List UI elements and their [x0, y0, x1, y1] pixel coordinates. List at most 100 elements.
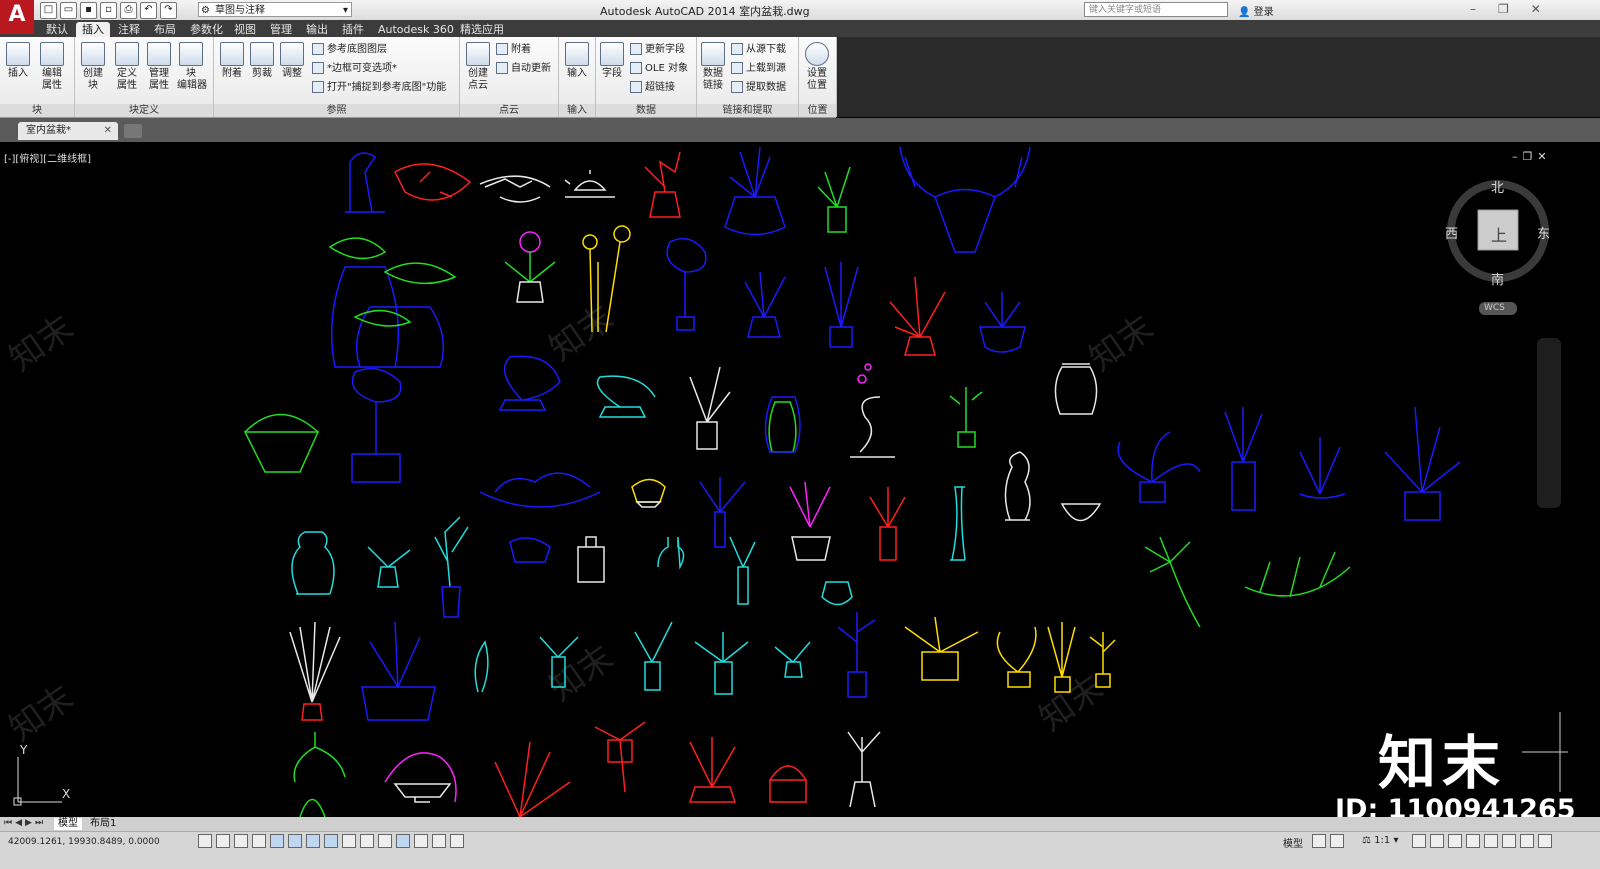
- dynamic-input-toggle[interactable]: [360, 834, 374, 848]
- tab-layout[interactable]: 布局: [148, 22, 182, 37]
- annotation-monitor-toggle[interactable]: [450, 834, 464, 848]
- create-point-cloud-button[interactable]: 创建 点云: [464, 42, 492, 92]
- new-icon[interactable]: □: [40, 2, 57, 19]
- edit-attribute-button[interactable]: 编辑 属性: [38, 42, 66, 92]
- update-fields-button[interactable]: 更新字段: [630, 43, 685, 57]
- tab-autodesk360[interactable]: Autodesk 360: [372, 22, 460, 37]
- adjust-button[interactable]: 调整: [278, 42, 306, 80]
- viewport-controls-label[interactable]: [-][俯视][二维线框]: [4, 150, 91, 165]
- quick-view-layouts-icon[interactable]: [1312, 834, 1326, 848]
- object-snap-tracking-toggle[interactable]: [324, 834, 338, 848]
- search-input[interactable]: 键入关键字或短语: [1084, 2, 1228, 17]
- quick-properties-toggle[interactable]: [414, 834, 428, 848]
- lineweight-toggle[interactable]: [378, 834, 392, 848]
- login-button[interactable]: 👤 登录: [1238, 3, 1274, 18]
- tab-featured-apps[interactable]: 精选应用: [454, 22, 510, 37]
- tab-manage[interactable]: 管理: [264, 22, 298, 37]
- undo-icon[interactable]: ↶: [140, 2, 157, 19]
- transparency-toggle[interactable]: [396, 834, 410, 848]
- clip-button[interactable]: 剪裁: [248, 42, 276, 80]
- new-tab-button[interactable]: [124, 124, 142, 138]
- frame-variable-dropdown[interactable]: *边框可变选项*: [312, 62, 397, 76]
- drawing-viewport[interactable]: 知末 知末 知末 知末 知末 知末 Y X: [0, 142, 1568, 817]
- infer-constraints-toggle[interactable]: [198, 834, 212, 848]
- define-attribute-button[interactable]: 定义 属性: [113, 42, 141, 92]
- tab-insert[interactable]: 插入: [76, 22, 110, 37]
- wcs-label[interactable]: WCS: [1484, 303, 1505, 313]
- layout-nav-arrows[interactable]: ⏮◀▶⏭: [4, 818, 46, 828]
- panel-label-point-cloud[interactable]: 点云: [460, 104, 558, 117]
- model-space-button[interactable]: 模型: [1283, 835, 1303, 850]
- grid-display-toggle[interactable]: [234, 834, 248, 848]
- tab-parametric[interactable]: 参数化: [184, 22, 229, 37]
- isolate-objects-icon[interactable]: [1502, 834, 1516, 848]
- compass-south[interactable]: 南: [1491, 269, 1504, 288]
- tab-default[interactable]: 默认: [40, 22, 74, 37]
- extract-data-button[interactable]: 提取数据: [731, 81, 786, 95]
- snap-mode-toggle[interactable]: [216, 834, 230, 848]
- close-icon[interactable]: ✕: [104, 122, 112, 140]
- panel-label-block[interactable]: 块: [0, 104, 74, 117]
- field-button[interactable]: 字段: [598, 42, 626, 80]
- tab-annotate[interactable]: 注释: [112, 22, 146, 37]
- tab-layout1[interactable]: 布局1: [86, 818, 120, 830]
- document-tab[interactable]: 室内盆栽* ✕: [18, 122, 118, 140]
- compass-north[interactable]: 北: [1491, 177, 1504, 196]
- hardware-acceleration-icon[interactable]: [1484, 834, 1498, 848]
- viewcube[interactable]: [1447, 180, 1549, 315]
- auto-scale-icon[interactable]: [1430, 834, 1444, 848]
- panel-label-block-definition[interactable]: 块定义: [75, 104, 213, 117]
- minimize-icon[interactable]: –: [1512, 150, 1523, 163]
- restore-icon[interactable]: ❐: [1523, 150, 1538, 163]
- insert-block-button[interactable]: 插入: [4, 42, 32, 80]
- dynamic-ucs-toggle[interactable]: [342, 834, 356, 848]
- maximize-icon[interactable]: ❐: [1498, 2, 1509, 16]
- compass-east[interactable]: 东: [1537, 223, 1550, 242]
- tab-view[interactable]: 视图: [228, 22, 262, 37]
- create-block-button[interactable]: 创建 块: [79, 42, 107, 92]
- status-bar-menu-icon[interactable]: [1520, 834, 1534, 848]
- underlay-layers-button[interactable]: 参考底图图层: [312, 43, 387, 57]
- block-editor-button[interactable]: 块 编辑器: [177, 42, 207, 92]
- attach-button[interactable]: 附着: [218, 42, 246, 80]
- annotation-visibility-icon[interactable]: [1412, 834, 1426, 848]
- pc-attach-button[interactable]: 附着: [496, 43, 531, 57]
- close-icon[interactable]: ✕: [1537, 150, 1551, 163]
- print-icon[interactable]: ⎙: [120, 2, 137, 19]
- ortho-mode-toggle[interactable]: [252, 834, 266, 848]
- data-link-button[interactable]: 数据 链接: [699, 42, 727, 92]
- save-as-icon[interactable]: ▫: [100, 2, 117, 19]
- polar-tracking-toggle[interactable]: [270, 834, 284, 848]
- tab-output[interactable]: 输出: [300, 22, 334, 37]
- panel-label-reference[interactable]: 参照: [214, 104, 459, 117]
- clean-screen-icon[interactable]: [1538, 834, 1552, 848]
- import-button[interactable]: 输入: [563, 42, 591, 80]
- auto-update-button[interactable]: 自动更新: [496, 62, 551, 76]
- viewcube-top-label[interactable]: 上: [1491, 222, 1507, 246]
- hyperlink-button[interactable]: 超链接: [630, 81, 675, 95]
- 3d-object-snap-toggle[interactable]: [306, 834, 320, 848]
- minimize-icon[interactable]: –: [1470, 2, 1476, 16]
- annotation-scale[interactable]: ⚖ 1:1 ▾: [1362, 835, 1398, 846]
- download-source-button[interactable]: 从源下载: [731, 43, 786, 57]
- save-icon[interactable]: ▪: [80, 2, 97, 19]
- manage-attributes-button[interactable]: 管理 属性: [145, 42, 173, 92]
- tab-plugins[interactable]: 插件: [336, 22, 370, 37]
- object-snap-toggle[interactable]: [288, 834, 302, 848]
- set-location-button[interactable]: 设置 位置: [803, 42, 831, 92]
- workspace-switching-icon[interactable]: [1448, 834, 1462, 848]
- open-icon[interactable]: ▭: [60, 2, 77, 19]
- tab-model[interactable]: 模型: [54, 818, 82, 830]
- quick-view-drawings-icon[interactable]: [1330, 834, 1344, 848]
- upload-source-button[interactable]: 上载到源: [731, 62, 786, 76]
- snap-underlay-dropdown[interactable]: 打开"捕捉到参考底图"功能: [312, 81, 446, 95]
- compass-west[interactable]: 西: [1445, 223, 1458, 242]
- selection-cycling-toggle[interactable]: [432, 834, 446, 848]
- coordinates-readout[interactable]: 42009.1261, 19930.8489, 0.0000: [8, 837, 160, 847]
- application-menu-button[interactable]: A: [0, 0, 34, 34]
- lock-icon[interactable]: [1466, 834, 1480, 848]
- close-icon[interactable]: ✕: [1531, 2, 1541, 16]
- ole-object-button[interactable]: OLE 对象: [630, 62, 688, 76]
- navigation-bar[interactable]: [1537, 338, 1561, 508]
- workspace-selector[interactable]: ⚙ 草图与注释 ▾: [198, 2, 352, 17]
